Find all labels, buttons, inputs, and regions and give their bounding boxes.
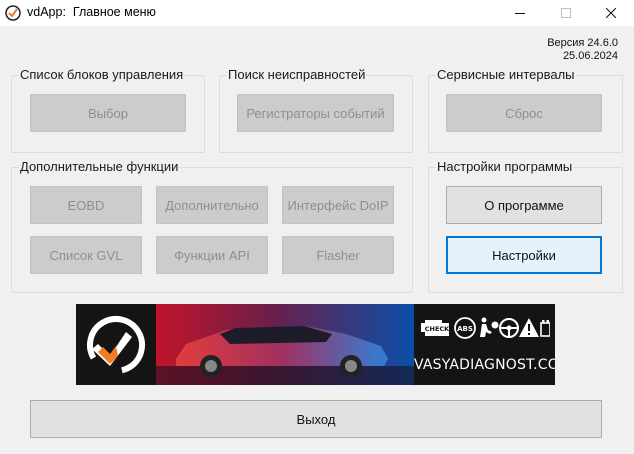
warning-icon <box>519 318 539 337</box>
program-settings-title: Настройки программы <box>436 159 574 174</box>
version-label: Версия 24.6.0 <box>547 37 618 49</box>
warning-lights-icons: CHECK ABS <box>421 317 550 339</box>
fault-search-title: Поиск неисправностей <box>227 67 367 82</box>
flasher-button[interactable]: Flasher <box>282 236 394 274</box>
reset-button[interactable]: Сброс <box>446 94 602 132</box>
version-info: Версия 24.6.0 25.06.2024 <box>547 37 618 63</box>
abs-icon: ABS <box>454 317 476 339</box>
check-engine-icon: CHECK <box>421 320 450 336</box>
minimize-icon <box>515 13 525 14</box>
car-image <box>156 304 414 385</box>
gvl-list-button[interactable]: Список GVL <box>30 236 142 274</box>
banner-url[interactable]: VASYADIAGNOST.COM <box>414 357 555 373</box>
window-title: vdApp: Главное меню <box>27 5 156 19</box>
event-recorders-button[interactable]: Регистраторы событий <box>237 94 394 132</box>
vdapp-logo-icon <box>5 5 21 21</box>
close-button[interactable] <box>588 0 634 26</box>
title-bar[interactable]: vdApp: Главное меню <box>0 0 634 26</box>
svg-text:ABS: ABS <box>457 325 473 333</box>
battery-icon <box>540 320 550 337</box>
select-button[interactable]: Выбор <box>30 94 186 132</box>
maximize-icon <box>561 8 571 18</box>
vasyadiagnost-banner[interactable]: CHECK ABS VASYADIAGNOST.COM <box>76 304 555 385</box>
control-units-title: Список блоков управления <box>19 67 185 82</box>
doip-interface-button[interactable]: Интерфейс DoIP <box>282 186 394 224</box>
exit-button[interactable]: Выход <box>30 400 602 438</box>
about-button[interactable]: О программе <box>446 186 602 224</box>
airbag-icon <box>480 317 499 337</box>
service-intervals-title: Сервисные интервалы <box>436 67 576 82</box>
settings-button[interactable]: Настройки <box>446 236 602 274</box>
maximize-button[interactable] <box>543 0 589 26</box>
steering-wheel-icon <box>499 318 519 338</box>
additional-button[interactable]: Дополнительно <box>156 186 268 224</box>
api-functions-button[interactable]: Функции API <box>156 236 268 274</box>
eobd-button[interactable]: EOBD <box>30 186 142 224</box>
extra-functions-title: Дополнительные функции <box>19 159 180 174</box>
vasyadiagnost-logo-icon <box>76 304 156 385</box>
minimize-button[interactable] <box>497 0 543 26</box>
close-icon <box>606 8 616 18</box>
version-date: 25.06.2024 <box>562 50 618 62</box>
svg-text:CHECK: CHECK <box>425 325 450 333</box>
